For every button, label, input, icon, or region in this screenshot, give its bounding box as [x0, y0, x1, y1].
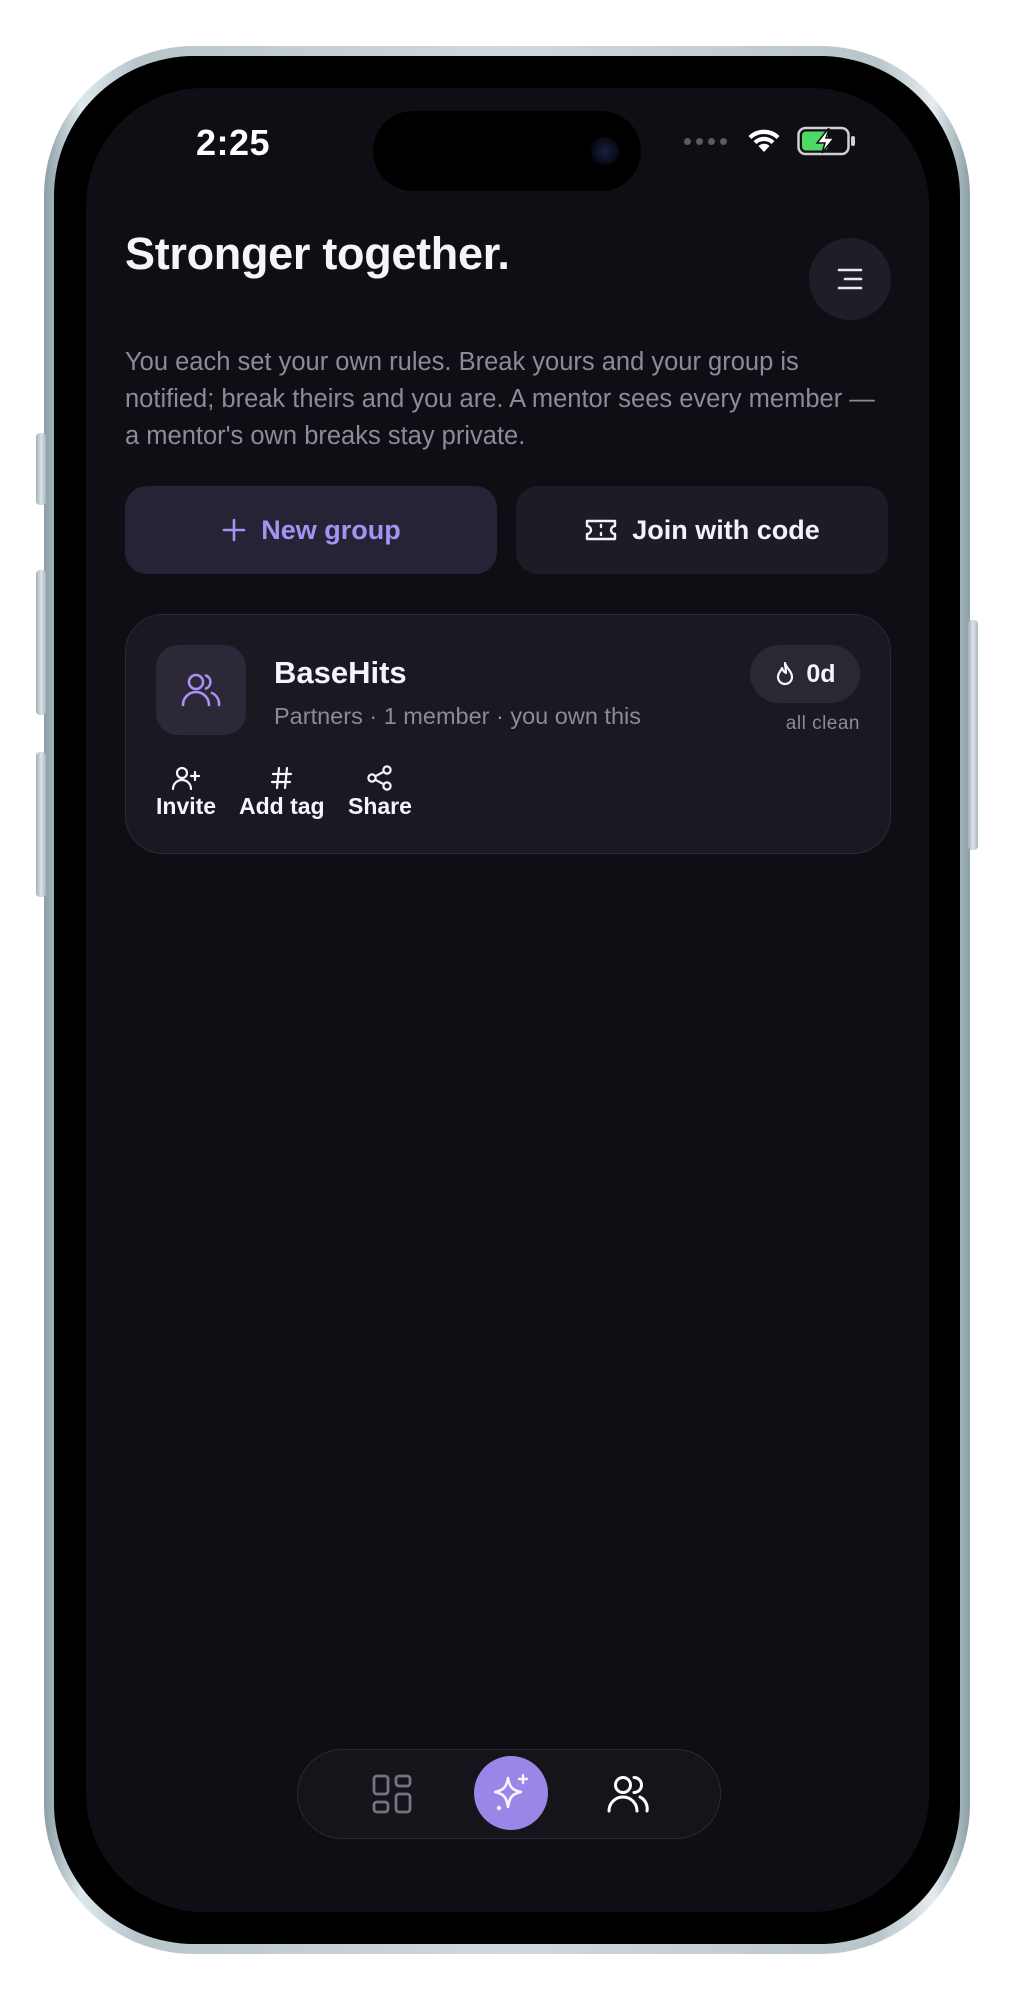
- join-with-code-label: Join with code: [632, 514, 820, 545]
- bottom-nav: [297, 1749, 721, 1839]
- menu-icon: [837, 268, 863, 290]
- group-card[interactable]: BaseHits Partners · 1 member · you own t…: [125, 614, 891, 854]
- add-tag-label: Add tag: [239, 793, 325, 819]
- streak-badge: 0d: [750, 645, 860, 703]
- user-plus-icon: [171, 766, 201, 791]
- app-screen: 2:25 Stronger together. You each set you…: [86, 88, 929, 1912]
- battery-charging-icon: [797, 126, 855, 156]
- users-icon: [607, 1776, 649, 1813]
- nav-dashboard[interactable]: [356, 1758, 428, 1830]
- menu-button[interactable]: [809, 238, 891, 320]
- group-meta: Partners · 1 member · you own this: [274, 703, 641, 729]
- page-title: Stronger together.: [125, 228, 510, 279]
- plus-icon: [222, 518, 246, 542]
- power-button: [968, 620, 978, 850]
- streak-label: all clean: [785, 713, 860, 734]
- join-with-code-button[interactable]: Join with code: [516, 486, 888, 574]
- action-button: [36, 433, 46, 505]
- volume-down-button: [36, 752, 46, 897]
- invite-button[interactable]: Invite: [156, 765, 216, 820]
- status-icons: [684, 126, 857, 156]
- flame-icon: [777, 661, 794, 686]
- nav-ai[interactable]: [474, 1756, 548, 1830]
- group-avatar: [156, 645, 246, 735]
- front-camera: [591, 137, 619, 165]
- hash-icon: [270, 766, 292, 790]
- invite-label: Invite: [156, 793, 217, 819]
- users-icon: [181, 673, 221, 707]
- share-label: Share: [348, 793, 412, 819]
- volume-up-button: [36, 570, 46, 715]
- ticket-icon: [586, 519, 617, 541]
- new-group-label: New group: [261, 514, 401, 545]
- sparkle-icon: [493, 1773, 529, 1811]
- wifi-icon: [748, 129, 780, 152]
- streak-value: 0d: [806, 659, 836, 688]
- add-tag-button[interactable]: Add tag: [239, 765, 325, 820]
- share-button[interactable]: Share: [348, 765, 412, 820]
- signal-dots-icon: [684, 137, 727, 145]
- group-name: BaseHits: [274, 655, 407, 690]
- dynamic-island: [373, 111, 641, 191]
- nav-groups[interactable]: [592, 1758, 664, 1830]
- page-subtitle: You each set your own rules. Break yours…: [125, 348, 875, 450]
- dashboard-icon: [372, 1774, 412, 1814]
- status-time: 2:25: [196, 122, 271, 163]
- share-icon: [367, 765, 392, 791]
- new-group-button[interactable]: New group: [125, 486, 497, 574]
